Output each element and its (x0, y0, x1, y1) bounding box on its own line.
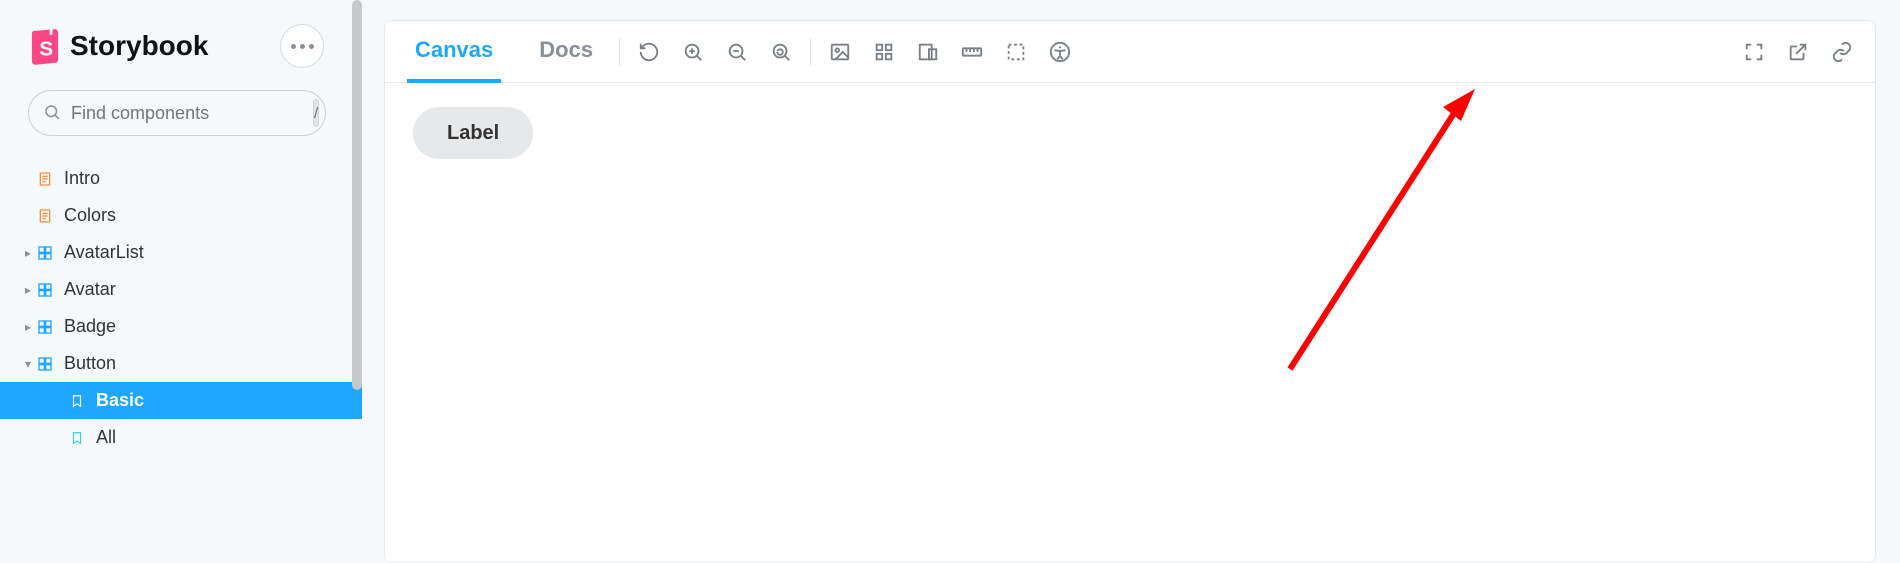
chevron-right-icon: ▸ (22, 283, 34, 297)
chevron-down-icon: ▾ (22, 357, 34, 371)
sidebar-item-intro[interactable]: Intro (0, 160, 362, 197)
bookmark-icon (68, 392, 86, 410)
sidebar-menu-button[interactable] (280, 24, 324, 68)
annotation-arrow (1275, 89, 1475, 379)
chevron-right-icon: ▸ (22, 246, 34, 260)
brand[interactable]: S Storybook (30, 27, 208, 65)
tab-canvas[interactable]: Canvas (407, 21, 501, 83)
sidebar-item-badge[interactable]: ▸ Badge (0, 308, 362, 345)
sidebar-item-all[interactable]: All (0, 419, 362, 456)
zoom-out-icon[interactable] (726, 41, 748, 63)
preview-panel: Canvas Docs (384, 20, 1876, 563)
bookmark-icon (68, 429, 86, 447)
measure-icon[interactable] (961, 41, 983, 63)
chevron-right-icon: ▸ (22, 320, 34, 334)
search-input-wrap[interactable]: / (28, 90, 326, 136)
sidebar-item-label: All (96, 427, 116, 448)
sidebar-item-avatarlist[interactable]: ▸ AvatarList (0, 234, 362, 271)
copy-link-icon[interactable] (1831, 41, 1853, 63)
sidebar-item-label: Avatar (64, 279, 116, 300)
component-icon (36, 244, 54, 262)
explorer-tree: Intro Colors ▸ AvatarList ▸ (0, 160, 362, 456)
sidebar-item-label: AvatarList (64, 242, 144, 263)
component-icon (36, 318, 54, 336)
component-icon (36, 355, 54, 373)
sidebar-item-label: Button (64, 353, 116, 374)
sidebar-item-label: Badge (64, 316, 116, 337)
sidebar-item-label: Basic (96, 390, 144, 411)
search-shortcut-key: / (313, 99, 319, 127)
sidebar-item-button[interactable]: ▾ Button (0, 345, 362, 382)
zoom-reset-icon[interactable] (770, 41, 792, 63)
sidebar-scrollbar[interactable] (352, 0, 362, 563)
main: Canvas Docs (362, 0, 1900, 563)
accessibility-icon[interactable] (1049, 41, 1071, 63)
brand-name: Storybook (70, 30, 208, 62)
sidebar-item-label: Intro (64, 168, 100, 189)
search-input[interactable] (61, 103, 313, 124)
viewport-icon[interactable] (917, 41, 939, 63)
toolbar-separator (619, 38, 620, 66)
sidebar-item-basic[interactable]: Basic (0, 382, 362, 419)
storybook-logo-icon: S (30, 27, 60, 65)
document-icon (36, 207, 54, 225)
tab-label: Canvas (415, 37, 493, 63)
tab-label: Docs (539, 37, 593, 63)
reload-icon[interactable] (638, 41, 660, 63)
grid-icon[interactable] (873, 41, 895, 63)
preview-button[interactable]: Label (413, 107, 533, 159)
sidebar: S Storybook / (0, 0, 362, 563)
svg-text:S: S (39, 37, 53, 60)
toolbar: Canvas Docs (385, 21, 1875, 83)
sidebar-item-colors[interactable]: Colors (0, 197, 362, 234)
ellipsis-icon (291, 44, 314, 49)
scrollbar-thumb[interactable] (352, 0, 362, 390)
component-icon (36, 281, 54, 299)
search-icon (43, 103, 61, 124)
background-icon[interactable] (829, 41, 851, 63)
sidebar-item-label: Colors (64, 205, 116, 226)
zoom-in-icon[interactable] (682, 41, 704, 63)
fullscreen-icon[interactable] (1743, 41, 1765, 63)
canvas-area: Label (385, 83, 1875, 562)
sidebar-item-avatar[interactable]: ▸ Avatar (0, 271, 362, 308)
toolbar-separator (810, 38, 811, 66)
preview-button-label: Label (447, 122, 499, 145)
outline-icon[interactable] (1005, 41, 1027, 63)
open-in-new-tab-icon[interactable] (1787, 41, 1809, 63)
document-icon (36, 170, 54, 188)
tab-docs[interactable]: Docs (531, 21, 601, 83)
